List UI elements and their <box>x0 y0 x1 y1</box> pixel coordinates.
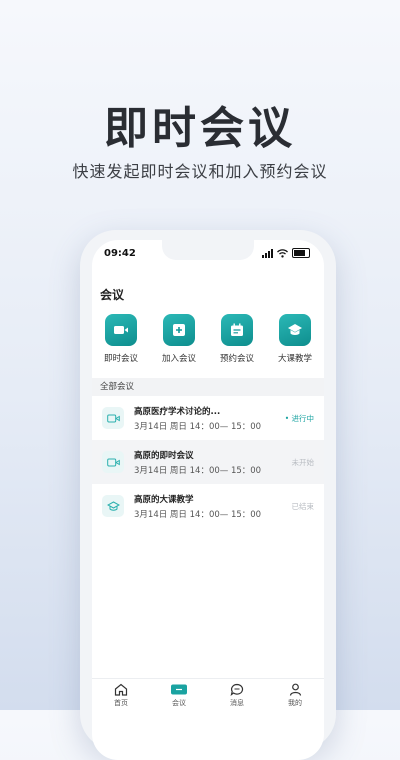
meeting-title: 高原的即时会议 <box>134 450 194 461</box>
bottom-tab-bar: 首页 会议 消息 我的 <box>92 678 324 717</box>
row-icon <box>102 495 124 517</box>
quick-actions: 即时会议 加入会议 预约会议 大课教学 <box>92 314 324 364</box>
user-icon <box>289 683 301 696</box>
battery-icon <box>292 248 310 258</box>
action-tile[interactable] <box>221 314 253 346</box>
meeting-title: 高原的大课教学 <box>134 494 194 505</box>
action-label: 大课教学 <box>277 354 312 364</box>
tab-messages[interactable]: 消息 <box>217 679 257 717</box>
tab-profile[interactable]: 我的 <box>275 679 315 717</box>
plus-box-icon <box>173 324 185 336</box>
action-tile[interactable] <box>279 314 311 346</box>
action-label: 即时会议 <box>103 354 138 364</box>
instant-meeting-button[interactable]: 即时会议 <box>94 314 148 364</box>
tab-label: 会议 <box>172 699 186 707</box>
video-camera-icon <box>171 684 187 695</box>
page-title: 会议 <box>100 288 125 302</box>
meeting-time: 3月14日 周日 14：00— 15：00 <box>134 421 262 432</box>
large-class-button[interactable]: 大课教学 <box>268 314 322 364</box>
phone-mockup: 09:42 会议 即时会议 加入会议 预约会议 大课教学 全部会议 高原医疗学术… <box>80 230 336 760</box>
row-icon <box>102 451 124 473</box>
tab-label: 我的 <box>288 699 302 707</box>
section-header: 全部会议 <box>92 378 324 396</box>
meeting-time: 3月14日 周日 14：00— 15：00 <box>134 465 262 476</box>
tab-meetings[interactable]: 会议 <box>159 679 199 717</box>
meeting-row[interactable]: 高原医疗学术讨论的... 3月14日 周日 14：00— 15：00 • 进行中 <box>92 396 324 440</box>
meeting-title: 高原医疗学术讨论的... <box>134 406 221 417</box>
graduation-cap-icon <box>288 324 302 335</box>
video-camera-icon <box>106 458 120 466</box>
phone-notch <box>162 240 254 260</box>
meeting-status: 未开始 <box>291 458 315 467</box>
row-icon <box>102 407 124 429</box>
video-camera-icon <box>114 326 128 334</box>
graduation-cap-icon <box>106 500 120 511</box>
action-tile[interactable] <box>163 314 195 346</box>
meeting-status: 已结束 <box>291 502 315 511</box>
action-tile[interactable] <box>105 314 137 346</box>
phone-screen: 09:42 会议 即时会议 加入会议 预约会议 大课教学 全部会议 高原医疗学术… <box>92 240 324 760</box>
hero-subtitle: 快速发起即时会议和加入预约会议 <box>72 162 328 181</box>
action-label: 加入会议 <box>161 354 196 364</box>
meeting-time: 3月14日 周日 14：00— 15：00 <box>134 509 262 520</box>
video-camera-icon <box>106 414 120 422</box>
status-time: 09:42 <box>104 248 136 259</box>
meeting-status: • 进行中 <box>284 414 314 423</box>
signal-icon <box>262 248 273 258</box>
chat-bubble-icon <box>230 683 244 696</box>
hero-title: 即时会议 <box>104 103 296 154</box>
join-meeting-button[interactable]: 加入会议 <box>152 314 206 364</box>
tab-label: 首页 <box>114 699 128 707</box>
calendar-icon <box>231 323 243 336</box>
action-label: 预约会议 <box>219 354 254 364</box>
wifi-icon <box>277 248 288 258</box>
status-icons <box>262 248 310 258</box>
schedule-meeting-button[interactable]: 预约会议 <box>210 314 264 364</box>
tab-label: 消息 <box>230 699 244 707</box>
meeting-row[interactable]: 高原的即时会议 3月14日 周日 14：00— 15：00 未开始 <box>92 440 324 484</box>
meeting-list: 高原医疗学术讨论的... 3月14日 周日 14：00— 15：00 • 进行中… <box>92 396 324 528</box>
tab-home[interactable]: 首页 <box>101 679 141 717</box>
meeting-row[interactable]: 高原的大课教学 3月14日 周日 14：00— 15：00 已结束 <box>92 484 324 528</box>
home-icon <box>114 683 128 696</box>
